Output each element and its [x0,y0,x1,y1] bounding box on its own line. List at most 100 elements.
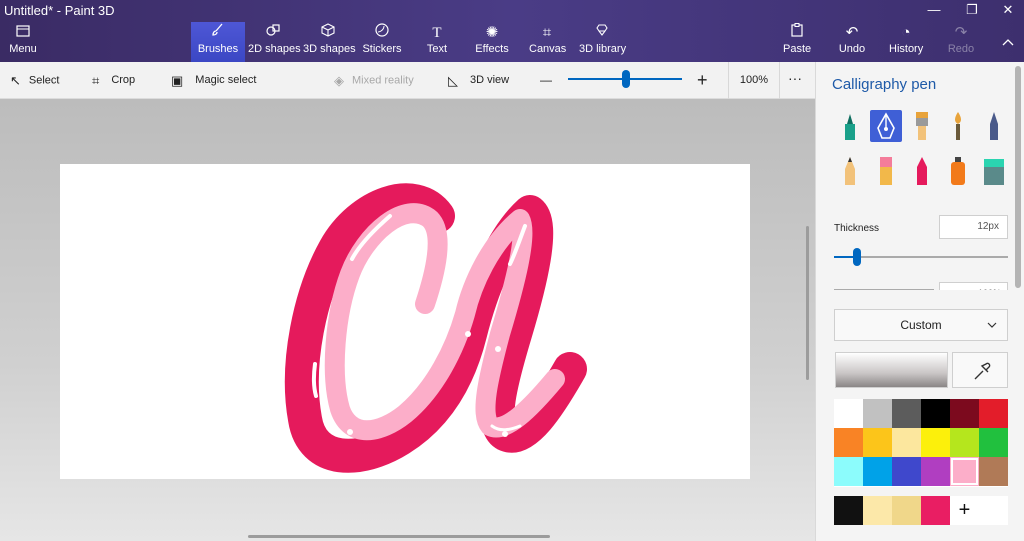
tab-canvas[interactable]: ⌗ Canvas [529,22,567,62]
folder-icon [0,22,46,42]
palette-color[interactable] [834,457,863,486]
eyedropper-button[interactable] [952,352,1008,388]
tab-stickers[interactable]: Stickers [362,22,402,62]
watercolor-icon [955,112,961,140]
thickness-slider-thumb[interactable] [853,248,861,266]
palette-color[interactable] [892,428,921,457]
palette-color[interactable] [950,457,979,486]
custom-color[interactable] [863,496,892,525]
finish-dropdown[interactable]: Custom [834,309,1008,341]
palette-color[interactable] [834,428,863,457]
eraser-brush[interactable] [870,155,902,187]
menu-button[interactable]: Menu [0,22,46,62]
palette-color[interactable] [892,457,921,486]
spray-can-icon [951,157,965,185]
palette-color[interactable] [921,457,950,486]
marker-icon [845,114,855,140]
palette-color[interactable] [863,428,892,457]
crayon-icon [917,157,927,185]
custom-color[interactable] [834,496,863,525]
oil-brush-icon [916,112,928,140]
oil-brush[interactable] [906,110,938,142]
crop-tool[interactable]: ⌗ Crop [92,62,135,99]
collapse-toolbar-button[interactable] [996,22,1020,62]
redo-button[interactable]: ↷ Redo [947,22,975,62]
watercolor-brush[interactable] [942,110,974,142]
calligraphy-pen-brush[interactable] [870,110,902,142]
tab-text[interactable]: T Text [422,22,452,62]
undo-icon: ↶ [845,24,859,41]
palette-color[interactable] [950,399,979,428]
fill-bucket-icon [984,159,1004,185]
3d-view-icon: ◺ [448,73,458,88]
window-title: Untitled* - Paint 3D [4,3,115,18]
spray-can-brush[interactable] [942,155,974,187]
tab-label: Canvas [529,43,567,55]
tab-3d-shapes[interactable]: 3D shapes [303,22,356,62]
more-options-button[interactable]: ··· [788,60,802,97]
palette-color[interactable] [979,428,1008,457]
tab-3d-library[interactable]: 3D library [579,22,626,62]
canvas-icon: ⌗ [542,24,552,41]
palette-color[interactable] [921,399,950,428]
chevron-up-icon [996,22,1020,46]
opacity-input[interactable]: 100% [939,282,1008,290]
custom-color[interactable] [921,496,950,525]
palette-color[interactable] [863,457,892,486]
2d-shapes-icon [248,22,298,42]
palette-color[interactable] [979,457,1008,486]
calligraphy-letter-a-drawing [284,183,587,473]
select-label: Select [28,74,60,87]
crop-icon: ⌗ [92,73,100,88]
undo-button[interactable]: ↶ Undo [838,22,866,62]
fill-brush[interactable] [978,155,1010,187]
zoom-level[interactable]: 100% [728,62,780,99]
history-button[interactable]: ◔ History [889,22,923,62]
palette-color[interactable] [863,399,892,428]
redo-label: Redo [947,43,975,55]
pixel-pen-icon [990,112,998,140]
tab-brushes[interactable]: Brushes [191,22,245,62]
vertical-scrollbar[interactable] [806,226,809,380]
zoom-out-button[interactable]: — [540,62,552,99]
palette-color[interactable] [950,428,979,457]
cursor-icon: ↖ [10,73,21,88]
close-button[interactable]: ✕ [988,0,1024,20]
panel-scrollbar[interactable] [1015,66,1021,288]
history-label: History [889,43,924,55]
paste-button[interactable]: Paste [783,22,811,62]
palette-color[interactable] [892,399,921,428]
menu-label: Menu [9,43,37,55]
select-tool[interactable]: ↖ Select [10,62,59,99]
eraser-icon [880,157,892,185]
minimize-button[interactable]: — [914,0,954,20]
tab-2d-shapes[interactable]: 2D shapes [248,22,301,62]
redo-icon: ↷ [954,24,968,41]
3d-view-toggle[interactable]: ◺ 3D view [448,62,509,99]
mixed-reality-button[interactable]: ◈ Mixed reality [334,62,414,99]
zoom-slider-thumb[interactable] [622,70,630,88]
tab-effects[interactable]: ✺ Effects [474,22,510,62]
brush-icon [191,22,245,42]
pixel-pen-brush[interactable] [978,110,1010,142]
current-color-swatch[interactable] [835,352,948,388]
calligraphy-pen-icon [877,112,895,139]
palette-color[interactable] [921,428,950,457]
palette-color[interactable] [979,399,1008,428]
horizontal-scrollbar[interactable] [248,535,550,538]
undo-label: Undo [838,43,866,55]
magic-select-tool[interactable]: ▣ Magic select [171,62,256,99]
thickness-input[interactable]: 12px [939,215,1008,239]
add-color-button[interactable]: + [950,496,979,525]
custom-color[interactable] [892,496,921,525]
crayon-brush[interactable] [906,155,938,187]
marker-brush[interactable] [834,110,866,142]
pencil-brush[interactable] [834,155,866,187]
drawing-canvas[interactable] [60,164,750,479]
tab-label: Stickers [362,43,402,55]
restore-button[interactable]: ❐ [952,0,992,20]
opacity-slider-track[interactable] [834,289,934,290]
zoom-in-button[interactable]: + [697,62,708,99]
palette-color[interactable] [834,399,863,428]
tab-label: 3D shapes [303,43,356,55]
